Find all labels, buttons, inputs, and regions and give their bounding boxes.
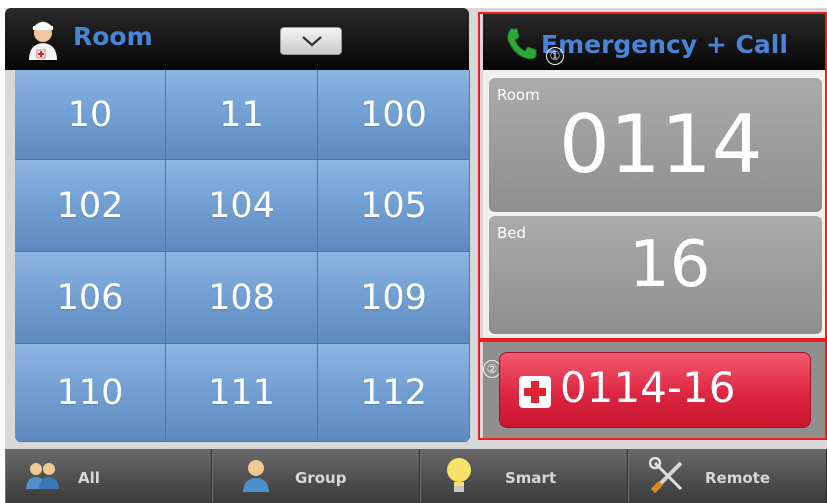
tab-group[interactable]: Group: [212, 449, 420, 503]
room-grid: 10 11 100 102 104 105 106 108 109 110 111 112: [15, 70, 470, 442]
room-title: Room: [73, 22, 153, 51]
room-button[interactable]: 104: [166, 160, 318, 252]
room-button[interactable]: 109: [318, 252, 470, 344]
chevron-down-icon: [302, 36, 322, 47]
bottom-tab-bar: All Group Smart Remote: [5, 449, 827, 503]
room-button[interactable]: 10: [15, 70, 166, 160]
room-dropdown-button[interactable]: [280, 27, 342, 55]
tab-remote[interactable]: Remote: [628, 449, 827, 503]
tools-icon: [649, 457, 683, 494]
tab-smart-label: Smart: [505, 469, 557, 487]
nurse-icon: [29, 21, 57, 60]
room-button[interactable]: 11: [166, 70, 318, 160]
room-button[interactable]: 105: [318, 160, 470, 252]
room-button[interactable]: 111: [166, 344, 318, 442]
tab-remote-label: Remote: [705, 469, 771, 487]
tab-group-label: Group: [295, 469, 347, 487]
room-button[interactable]: 106: [15, 252, 166, 344]
lightbulb-icon: [447, 458, 471, 492]
highlight-frame-2: [478, 340, 827, 440]
tab-all-label: All: [78, 469, 100, 487]
room-button[interactable]: 112: [318, 344, 470, 442]
room-header: Room: [5, 8, 469, 70]
people-icon: [26, 463, 59, 489]
screen: Room 10 11 100 102 104 105 106 108 109 110 111 112 …: [5, 8, 827, 503]
room-button[interactable]: 110: [15, 344, 166, 442]
room-button[interactable]: 102: [15, 160, 166, 252]
tab-all[interactable]: All: [5, 449, 212, 503]
room-button[interactable]: 108: [166, 252, 318, 344]
highlight-frame-1: [478, 12, 827, 340]
tab-smart[interactable]: Smart: [420, 449, 628, 503]
person-icon: [243, 460, 269, 492]
app-frame: Room 10 11 100 102 104 105 106 108 109 110 111 112 …: [0, 0, 827, 503]
room-button[interactable]: 100: [318, 70, 470, 160]
